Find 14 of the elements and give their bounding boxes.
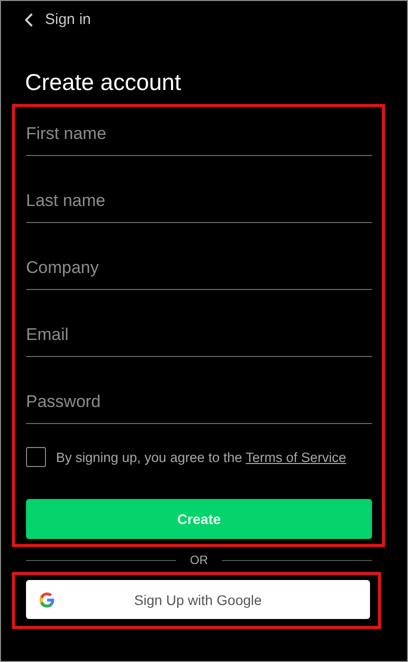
back-icon	[25, 12, 33, 26]
input-field[interactable]: First name	[26, 113, 372, 156]
or-divider-text: OR	[190, 553, 208, 567]
input-field[interactable]: Last name	[26, 180, 372, 223]
agreement-text: By signing up, you agree to the Terms of Service	[56, 450, 346, 464]
page-title: Create account	[25, 68, 182, 96]
input-field[interactable]: Company	[26, 247, 372, 290]
g-logo-icon	[38, 590, 56, 608]
google-signup-button[interactable]: Sign Up with Google	[26, 580, 370, 619]
back-button[interactable]: Sign in	[25, 11, 91, 28]
input-field[interactable]: Email	[26, 314, 372, 357]
terms-link[interactable]: Terms of Service	[246, 450, 346, 464]
input-field[interactable]: Password	[26, 381, 372, 424]
checkbox[interactable]	[26, 447, 46, 467]
